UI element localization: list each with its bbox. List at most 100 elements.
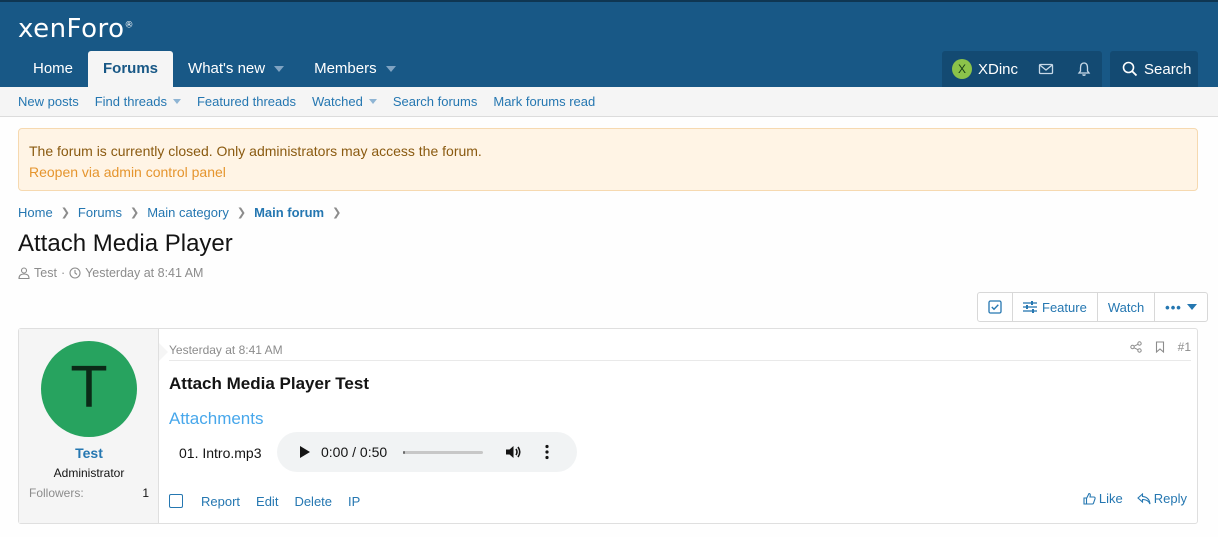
- user-icon: [18, 267, 30, 279]
- account-name[interactable]: XDinc: [978, 61, 1018, 78]
- subnav-featured-threads[interactable]: Featured threads: [197, 94, 296, 109]
- breadcrumb-home[interactable]: Home: [18, 205, 53, 220]
- subnav-mark-forums-read[interactable]: Mark forums read: [493, 94, 595, 109]
- nav-tab-label: Members: [314, 60, 377, 77]
- sub-nav: New posts Find threads Featured threads …: [0, 87, 1218, 117]
- post-date[interactable]: Yesterday at 8:41 AM: [169, 343, 283, 357]
- post-number[interactable]: #1: [1178, 340, 1191, 354]
- reopen-link[interactable]: Reopen via admin control panel: [29, 162, 1187, 183]
- reply-icon: [1136, 492, 1151, 504]
- attachments-title: Attachments: [169, 409, 264, 428]
- audio-seek-bar[interactable]: [403, 450, 484, 454]
- chevron-right-icon: ❯: [129, 207, 140, 219]
- ip-link[interactable]: IP: [348, 494, 360, 509]
- post-user-panel: T Test Administrator Followers: 1: [19, 329, 159, 523]
- bell-icon[interactable]: [1076, 61, 1092, 77]
- post-main: Yesterday at 8:41 AM #1 Attach Media Pla…: [169, 329, 1191, 523]
- chevron-right-icon: ❯: [60, 207, 70, 219]
- thumbs-up-icon: [1083, 492, 1096, 505]
- site-logo[interactable]: xenForo®: [18, 14, 134, 44]
- logo-mark: ®: [124, 20, 135, 31]
- nav-tab-label: Forums: [103, 60, 159, 77]
- followers-label: Followers:: [29, 486, 84, 500]
- nav-tab-whats-new[interactable]: What's new: [173, 51, 299, 87]
- search-icon: [1122, 61, 1138, 77]
- attachment-file-name: 01. Intro.mp3: [179, 445, 262, 461]
- delete-link[interactable]: Delete: [294, 494, 332, 509]
- subnav-find-threads[interactable]: Find threads: [95, 94, 181, 109]
- breadcrumb-forums[interactable]: Forums: [78, 205, 122, 220]
- logo-text: xenForo: [18, 14, 125, 44]
- chevron-down-icon[interactable]: [385, 66, 396, 72]
- nav-tab-home[interactable]: Home: [18, 51, 88, 87]
- audio-player[interactable]: 0:00 / 0:50: [277, 432, 577, 472]
- notice-text: The forum is currently closed. Only admi…: [29, 143, 482, 159]
- search-button[interactable]: Search: [1110, 51, 1198, 87]
- avatar[interactable]: T: [41, 341, 137, 437]
- meta-separator: ·: [60, 266, 66, 280]
- forum-closed-notice: The forum is currently closed. Only admi…: [18, 128, 1198, 191]
- subnav-label: New posts: [18, 94, 79, 109]
- reply-button[interactable]: Reply: [1136, 491, 1187, 506]
- feature-button[interactable]: Feature: [1013, 293, 1098, 321]
- chevron-down-icon: [1186, 304, 1197, 310]
- clock-icon: [69, 267, 81, 279]
- thread-meta: Test · Yesterday at 8:41 AM: [18, 266, 203, 280]
- main-nav: Home Forums What's new Members: [18, 51, 411, 87]
- nav-tab-members[interactable]: Members: [299, 51, 411, 87]
- volume-icon[interactable]: [505, 444, 523, 460]
- like-label: Like: [1098, 491, 1123, 506]
- post-followers: Followers: 1: [29, 486, 149, 500]
- more-vertical-icon[interactable]: [545, 444, 549, 460]
- subnav-label: Find threads: [94, 94, 167, 109]
- chevron-down-icon[interactable]: [274, 66, 285, 72]
- edit-link[interactable]: Edit: [256, 494, 278, 509]
- post-tools: #1: [1129, 340, 1191, 354]
- watch-button[interactable]: Watch: [1098, 293, 1156, 321]
- nav-tab-label: What's new: [188, 60, 266, 77]
- envelope-icon[interactable]: [1038, 61, 1054, 77]
- avatar[interactable]: X: [952, 59, 972, 79]
- site-header: xenForo® Home Forums What's new Members …: [0, 0, 1218, 87]
- subnav-watched[interactable]: Watched: [312, 94, 377, 109]
- like-button[interactable]: Like: [1083, 491, 1123, 506]
- chevron-down-icon[interactable]: [172, 99, 181, 104]
- play-icon[interactable]: [299, 445, 311, 459]
- more-options-button[interactable]: •••: [1155, 293, 1207, 321]
- subnav-label: Mark forums read: [493, 94, 596, 109]
- chevron-down-icon[interactable]: [368, 99, 377, 104]
- subnav-label: Watched: [311, 94, 363, 109]
- post-divider: [169, 360, 1191, 361]
- post-user-title: Administrator: [53, 466, 125, 480]
- breadcrumb-main-forum[interactable]: Main forum: [254, 205, 324, 220]
- nav-tab-label: Home: [33, 60, 74, 77]
- nav-tab-forums[interactable]: Forums: [88, 51, 174, 87]
- subnav-label: Search forums: [392, 94, 478, 109]
- audio-progress: [403, 450, 405, 454]
- subnav-new-posts[interactable]: New posts: [18, 94, 79, 109]
- share-icon[interactable]: [1129, 341, 1142, 353]
- ellipsis-icon: •••: [1165, 299, 1182, 315]
- post-select-checkbox[interactable]: [169, 494, 183, 508]
- select-toggle-button[interactable]: [978, 293, 1013, 321]
- subnav-label: Featured threads: [196, 94, 296, 109]
- chevron-right-icon: ❯: [332, 207, 342, 219]
- post-reactions: Like Reply: [1083, 491, 1187, 506]
- breadcrumb-main-category[interactable]: Main category: [147, 205, 229, 220]
- followers-value: 1: [142, 486, 149, 500]
- report-link[interactable]: Report: [201, 494, 240, 509]
- post: T Test Administrator Followers: 1 Yester…: [18, 328, 1198, 524]
- chevron-right-icon: ❯: [236, 207, 247, 219]
- thread-actions: Feature Watch •••: [977, 292, 1208, 322]
- post-heading: Attach Media Player Test: [169, 374, 369, 393]
- watch-label: Watch: [1107, 299, 1145, 315]
- user-account-area: X XDinc: [942, 51, 1102, 87]
- bookmark-icon[interactable]: [1154, 341, 1166, 353]
- thread-author[interactable]: Test: [34, 266, 57, 280]
- post-username[interactable]: Test: [19, 445, 159, 461]
- breadcrumb: Home ❯ Forums ❯ Main category ❯ Main for…: [18, 205, 349, 220]
- subnav-search-forums[interactable]: Search forums: [393, 94, 478, 109]
- reply-label: Reply: [1153, 491, 1187, 506]
- thread-date[interactable]: Yesterday at 8:41 AM: [85, 266, 203, 280]
- audio-time: 0:00 / 0:50: [321, 444, 388, 460]
